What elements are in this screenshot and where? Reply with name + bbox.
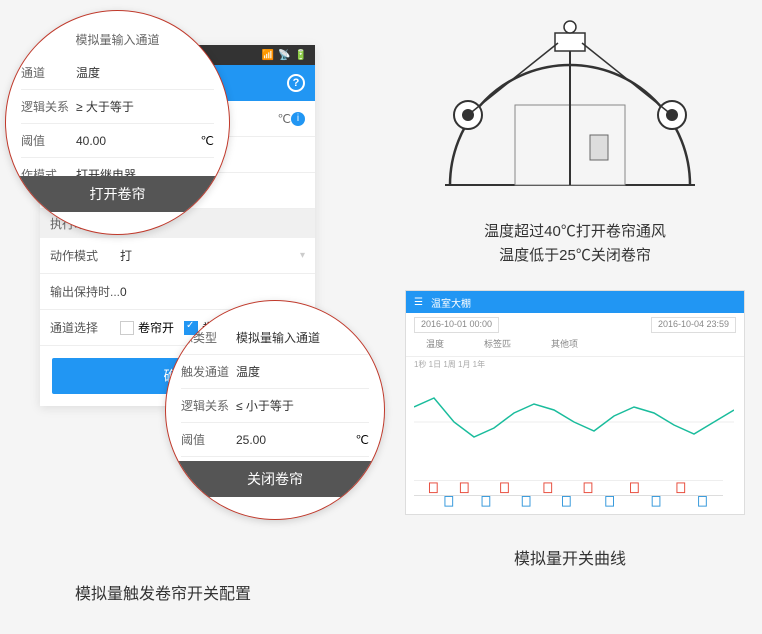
config-caption: 模拟量触发卷帘开关配置 [75,580,251,604]
mode-value: 打 [120,247,300,264]
help-icon[interactable]: ? [287,74,305,92]
output-value: 0 [120,285,305,299]
magnifier-open: 模拟量输入通道 通道 温度 逻辑关系 ≥ 大于等于 阈值 40.00 ℃ 作模式… [5,10,230,235]
chart-plot [414,377,734,467]
chart-controls[interactable]: 1秒 1日 1周 1月 1年 [406,357,744,373]
signal-icon: 📶 [262,50,274,61]
mag1-header: 模拟量输入通道 [21,31,214,48]
chart-panel: ☰ 温室大棚 2016-10-01 00:00 2016-10-04 23:59… [405,290,745,515]
tab-label[interactable]: 标签匹 [484,337,511,356]
output-label: 输出保持时... [50,283,120,300]
mode-row[interactable]: 动作模式 打 ▾ [40,238,315,274]
mag2-src-row: 源类型 模拟量输入通道 [181,321,369,355]
wifi-icon: 📡 [278,50,290,61]
mag1-threshold-row: 阈值 40.00 ℃ [21,124,214,158]
chart-header: ☰ 温室大棚 [406,291,744,313]
mag2-logic-row: 逻辑关系 ≤ 小于等于 [181,389,369,423]
mag1-logic-row: 逻辑关系 ≥ 大于等于 [21,90,214,124]
mag1-channel-row: 通道 温度 [21,56,214,90]
mag2-channel-row: 触发通道 温度 [181,355,369,389]
mag2-title: 关闭卷帘 [166,461,384,497]
chart-caption: 模拟量开关曲线 [420,545,720,569]
battery-icon: 🔋 [295,50,307,61]
greenhouse-diagram [420,15,720,205]
tab-other[interactable]: 其他项 [551,337,578,356]
greenhouse-caption: 温度超过40℃打开卷帘通风 温度低于25℃关闭卷帘 [425,220,725,268]
chart-tabs: 温度 标签匹 其他项 [406,337,744,357]
opt-open: 卷帘开 [138,319,174,336]
mag2-threshold-row: 阈值 25.00 ℃ [181,423,369,457]
mag1-title: 打开卷帘 [6,176,229,212]
checkbox-open[interactable] [120,321,134,335]
threshold-unit: ℃ [278,112,291,126]
magnifier-close: 源类型 模拟量输入通道 触发通道 温度 逻辑关系 ≤ 小于等于 阈值 25.00… [165,300,385,520]
channel-label: 通道选择 [50,319,120,336]
mode-label: 动作模式 [50,247,120,264]
info-icon[interactable]: i [291,112,305,126]
chevron-down-icon: ▾ [300,250,305,261]
chart-switches [414,480,723,510]
menu-icon[interactable]: ☰ [414,297,423,308]
tab-temp[interactable]: 温度 [426,337,444,356]
chart-date-range: 2016-10-01 00:00 2016-10-04 23:59 [406,313,744,337]
